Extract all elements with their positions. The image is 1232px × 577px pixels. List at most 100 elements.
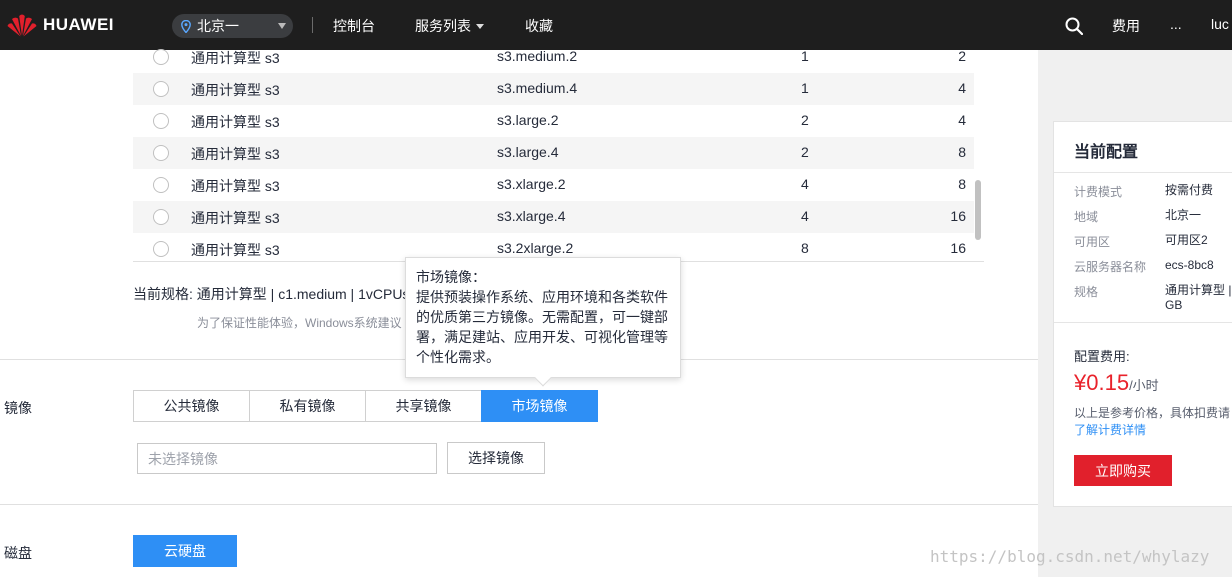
row-radio[interactable] [153, 145, 169, 161]
huawei-logo[interactable]: HUAWEI [6, 12, 114, 38]
table-row[interactable]: 通用计算型 s3 s3.medium.2 1 2 [133, 41, 974, 73]
cell-vcpus: 8 [801, 240, 809, 256]
tooltip-body: 提供预装操作系统、应用环境和各类软件的优质第三方镜像。无需配置，可一键部署，满足… [416, 289, 668, 365]
cell-memory: 4 [958, 112, 966, 128]
row-radio[interactable] [153, 49, 169, 65]
cell-memory: 4 [958, 80, 966, 96]
tab-market-image[interactable]: 市场镜像 [481, 390, 598, 422]
config-key-region: 地域 [1074, 210, 1099, 224]
location-pin-icon [181, 19, 191, 33]
image-type-tabs: 公共镜像 私有镜像 共享镜像 市场镜像 [133, 390, 598, 422]
windows-hint-text: 为了保证性能体验，Windows系统建议 [197, 316, 402, 330]
tooltip-arrow [534, 369, 552, 387]
cell-spec: s3.xlarge.2 [497, 176, 566, 192]
config-value-server-name: ecs-8bc8 [1165, 258, 1214, 272]
row-radio[interactable] [153, 209, 169, 225]
huawei-petal-icon [7, 14, 37, 37]
billing-details-link[interactable]: 了解计费详情 [1074, 421, 1146, 438]
cell-spec: s3.large.2 [497, 112, 559, 128]
tab-private-image[interactable]: 私有镜像 [249, 390, 366, 422]
current-spec-text: 当前规格: 通用计算型 | c1.medium | 1vCPUs [133, 286, 410, 302]
cell-type: 通用计算型 s3 [191, 50, 280, 66]
reference-price-note: 以上是参考价格，具体扣费请 [1074, 406, 1231, 420]
table-scrollbar[interactable] [975, 180, 981, 240]
cell-vcpus: 2 [801, 112, 809, 128]
nav-service-list[interactable]: 服务列表 [415, 16, 484, 36]
spec-table: 通用计算型 s3 s3.medium.2 1 2 通用计算型 s3 s3.med… [133, 41, 984, 262]
table-row[interactable]: 通用计算型 s3 s3.large.4 2 8 [133, 137, 974, 169]
cell-memory: 16 [950, 208, 966, 224]
cell-spec: s3.medium.4 [497, 80, 578, 96]
watermark-url: https://blog.csdn.net/whylazy [930, 547, 1210, 566]
cell-type: 通用计算型 s3 [191, 242, 280, 258]
cell-memory: 8 [958, 176, 966, 192]
nav-console[interactable]: 控制台 [333, 16, 375, 36]
cell-vcpus: 2 [801, 144, 809, 160]
search-icon[interactable] [1065, 17, 1083, 35]
tooltip-title: 市场镜像： [416, 269, 486, 285]
row-radio[interactable] [153, 177, 169, 193]
cell-memory: 2 [958, 48, 966, 64]
cell-type: 通用计算型 s3 [191, 146, 280, 162]
cell-spec: s3.medium.2 [497, 48, 578, 64]
cell-type: 通用计算型 s3 [191, 178, 280, 194]
card-divider [1054, 322, 1232, 323]
chevron-down-icon [278, 23, 286, 29]
row-radio[interactable] [153, 113, 169, 129]
tab-public-image[interactable]: 公共镜像 [133, 390, 250, 422]
cell-spec: s3.large.4 [497, 144, 559, 160]
cloud-disk-button[interactable]: 云硬盘 [133, 535, 237, 567]
cell-vcpus: 1 [801, 48, 809, 64]
image-section-label: 镜像 [4, 400, 32, 416]
buy-now-button[interactable]: 立即购买 [1074, 455, 1172, 486]
row-radio[interactable] [153, 81, 169, 97]
nav-favorites[interactable]: 收藏 [525, 16, 553, 36]
config-title: 当前配置 [1074, 144, 1139, 161]
cell-vcpus: 4 [801, 176, 809, 192]
price-unit: /小时 [1129, 378, 1159, 393]
current-config-card: 当前配置 计费模式 按需付费 地域 北京一 可用区 可用区2 云服务器名称 ec… [1053, 121, 1232, 507]
config-key-billing: 计费模式 [1074, 185, 1123, 199]
table-row[interactable]: 通用计算型 s3 s3.xlarge.2 4 8 [133, 169, 974, 201]
config-value-region: 北京一 [1165, 208, 1202, 222]
tab-shared-image[interactable]: 共享镜像 [365, 390, 482, 422]
config-value-billing: 按需付费 [1165, 183, 1214, 197]
cell-spec: s3.xlarge.4 [497, 208, 566, 224]
cell-memory: 8 [958, 144, 966, 160]
cell-memory: 16 [950, 240, 966, 256]
config-value-spec: 通用计算型 | [1165, 283, 1232, 297]
cell-vcpus: 4 [801, 208, 809, 224]
select-image-button[interactable]: 选择镜像 [447, 442, 545, 474]
table-row[interactable]: 通用计算型 s3 s3.medium.4 1 4 [133, 73, 974, 105]
table-row[interactable]: 通用计算型 s3 s3.large.2 2 4 [133, 105, 974, 137]
price: ¥0.15/小时 [1074, 370, 1159, 396]
cell-type: 通用计算型 s3 [191, 82, 280, 98]
user-name[interactable]: luc [1211, 16, 1229, 32]
disk-section-label: 磁盘 [4, 545, 32, 561]
config-key-spec: 规格 [1074, 285, 1099, 299]
nav-divider [312, 17, 313, 33]
nav-fee[interactable]: 费用 [1112, 16, 1140, 36]
region-selector[interactable]: 北京一 [172, 14, 293, 38]
brand-name: HUAWEI [43, 15, 114, 34]
cell-type: 通用计算型 s3 [191, 114, 280, 130]
section-divider [0, 504, 1038, 505]
cell-type: 通用计算型 s3 [191, 210, 280, 226]
cell-spec: s3.2xlarge.2 [497, 240, 574, 256]
image-input[interactable]: 未选择镜像 [137, 443, 437, 474]
card-divider [1054, 172, 1232, 173]
config-key-az: 可用区 [1074, 235, 1111, 249]
row-radio[interactable] [153, 241, 169, 257]
market-image-tooltip: 市场镜像： 提供预装操作系统、应用环境和各类软件的优质第三方镜像。无需配置，可一… [405, 257, 681, 387]
config-key-server-name: 云服务器名称 [1074, 260, 1147, 274]
chevron-down-icon [476, 24, 484, 29]
price-value: ¥0.15 [1074, 370, 1130, 395]
config-value-spec-cont: GB [1165, 298, 1183, 312]
table-row[interactable]: 通用计算型 s3 s3.xlarge.4 4 16 [133, 201, 974, 233]
nav-service-list-label: 服务列表 [415, 18, 471, 34]
config-value-az: 可用区2 [1165, 233, 1208, 247]
fee-label: 配置费用: [1074, 349, 1130, 364]
cell-vcpus: 1 [801, 80, 809, 96]
nav-more[interactable]: ... [1170, 16, 1182, 32]
region-label: 北京一 [197, 18, 239, 34]
